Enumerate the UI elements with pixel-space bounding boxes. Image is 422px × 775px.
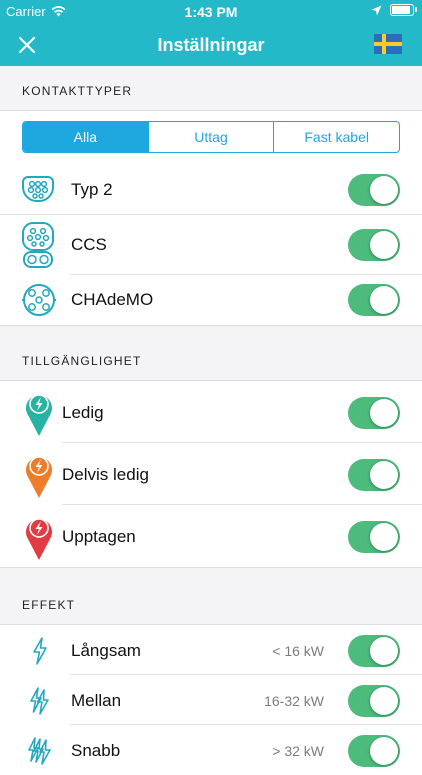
slow-label: Långsam [71, 641, 141, 660]
partly-available-label: Delvis ledig [62, 465, 149, 484]
fast-label: Snabb [71, 741, 121, 760]
available-label: Ledig [62, 403, 104, 422]
status-right [371, 4, 417, 16]
section-header-power: EFFEKT [22, 598, 76, 612]
list-item-chademo: CHAdeMO [0, 275, 422, 325]
map-pin-available-icon [26, 394, 52, 436]
partly-available-toggle[interactable] [348, 459, 400, 491]
toggle-knob [370, 286, 398, 314]
filter-segment-all[interactable]: Alla [23, 122, 148, 152]
toggle-knob [370, 461, 398, 489]
section-header-availability: TILLGÄNGLIGHET [22, 354, 142, 368]
section-header-connector-types: KONTAKTTYPER [22, 84, 133, 98]
filter-segment-socket[interactable]: Uttag [147, 122, 274, 152]
chademo-connector-icon [22, 284, 56, 316]
battery-icon [390, 4, 417, 16]
toggle-knob [370, 523, 398, 551]
type2-label: Typ 2 [71, 180, 113, 199]
ccs-label: CCS [71, 235, 107, 254]
connector-types-group: Alla Uttag Fast kabel Typ 2 CCS CHAdeMO [0, 110, 422, 326]
medium-toggle[interactable] [348, 685, 400, 717]
ccs-toggle[interactable] [348, 229, 400, 261]
slow-toggle[interactable] [348, 635, 400, 667]
medium-label: Mellan [71, 691, 122, 710]
occupied-toggle[interactable] [348, 521, 400, 553]
fast-toggle[interactable] [348, 735, 400, 767]
filter-segment-fixed-cable[interactable]: Fast kabel [273, 122, 399, 152]
list-item-ccs: CCS [0, 215, 422, 275]
map-pin-partly-available-icon [26, 456, 52, 498]
occupied-label: Upptagen [62, 527, 136, 546]
chademo-toggle[interactable] [348, 284, 400, 316]
medium-range: 16-32 kW [264, 693, 324, 709]
lightning-fast-icon [28, 737, 51, 765]
nav-bar: Inställningar [0, 24, 422, 66]
ccs-connector-icon [22, 222, 54, 268]
list-item-fast: Snabb > 32 kW [0, 725, 422, 775]
lightning-medium-icon [30, 687, 49, 715]
lightning-slow-icon [33, 637, 47, 665]
map-pin-occupied-icon [26, 518, 52, 560]
power-group: Långsam < 16 kW Mellan 16-32 kW Snabb > … [0, 624, 422, 775]
chademo-label: CHAdeMO [71, 290, 154, 309]
type2-toggle[interactable] [348, 174, 400, 206]
status-time: 1:43 PM [184, 4, 238, 20]
list-item-type2: Typ 2 [0, 165, 422, 215]
toggle-knob [370, 637, 398, 665]
page-title: Inställningar [157, 35, 265, 55]
status-bar: Carrier 1:43 PM [0, 0, 422, 24]
availability-group: Ledig Delvis ledig Upptagen [0, 380, 422, 568]
toggle-knob [370, 231, 398, 259]
list-item-medium: Mellan 16-32 kW [0, 675, 422, 725]
list-item-partly-available: Delvis ledig [0, 443, 422, 505]
list-item-available: Ledig [0, 381, 422, 443]
toggle-knob [370, 176, 398, 204]
type2-connector-icon [22, 176, 54, 202]
battery-level [392, 6, 410, 14]
available-toggle[interactable] [348, 397, 400, 429]
list-item-occupied: Upptagen [0, 505, 422, 567]
connector-filter-segmented-control: Alla Uttag Fast kabel [22, 121, 400, 153]
list-item-slow: Långsam < 16 kW [0, 625, 422, 675]
toggle-knob [370, 687, 398, 715]
slow-range: < 16 kW [272, 643, 324, 659]
toggle-knob [370, 737, 398, 765]
sweden-flag-icon[interactable] [374, 34, 402, 54]
location-arrow-icon [371, 5, 382, 15]
toggle-knob [370, 399, 398, 427]
fast-range: > 32 kW [272, 743, 324, 759]
